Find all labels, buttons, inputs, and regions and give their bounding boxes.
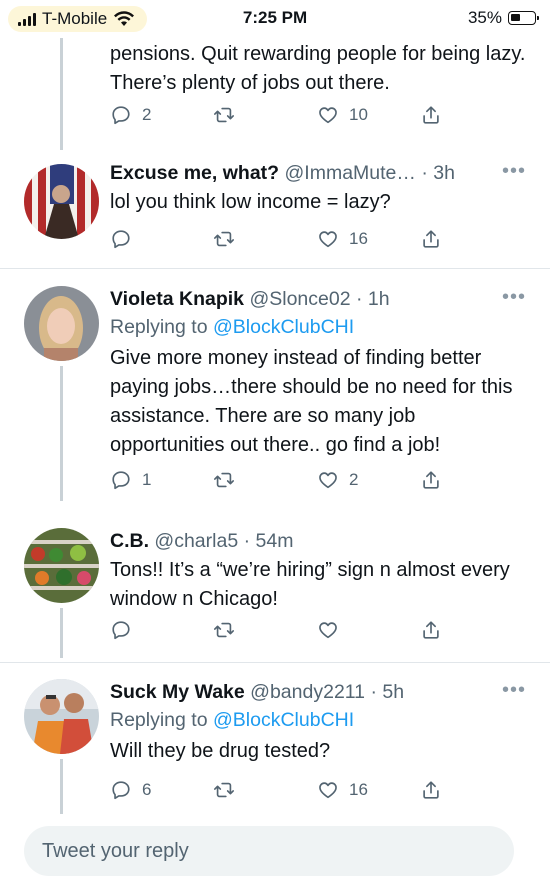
retweet-button[interactable] <box>213 104 245 126</box>
reply-count: 6 <box>142 780 152 799</box>
reply-button[interactable]: 6 <box>110 779 151 801</box>
divider <box>0 268 550 269</box>
thread-line <box>60 366 63 501</box>
reply-button[interactable]: 1 <box>110 469 151 491</box>
like-button[interactable]: 16 <box>317 228 368 250</box>
share-icon <box>420 469 442 491</box>
battery-status: 35% <box>467 8 539 28</box>
like-icon <box>317 469 339 491</box>
like-icon <box>317 619 339 641</box>
tweet-actions <box>110 619 440 645</box>
avatar[interactable] <box>24 528 99 603</box>
share-button[interactable] <box>420 228 442 250</box>
replying-to: Replying to @BlockClubCHI <box>110 705 526 735</box>
like-count: 16 <box>349 780 368 799</box>
like-count: 16 <box>349 229 368 248</box>
display-name[interactable]: Suck My Wake <box>110 681 245 703</box>
replying-to-link[interactable]: @BlockClubCHI <box>213 316 354 338</box>
divider <box>0 662 550 663</box>
display-name[interactable]: Violeta Knapik <box>110 288 244 310</box>
reply-placeholder: Tweet your reply <box>42 839 189 862</box>
reply-icon <box>110 104 132 126</box>
retweet-icon <box>213 619 235 641</box>
more-options-icon[interactable]: ••• <box>502 679 526 702</box>
reply-count: 2 <box>142 105 152 124</box>
reply-icon <box>110 469 132 491</box>
avatar[interactable] <box>24 164 99 239</box>
like-count: 2 <box>349 470 359 489</box>
retweet-button[interactable] <box>213 619 245 641</box>
share-icon <box>420 779 442 801</box>
reply-input[interactable]: Tweet your reply <box>24 826 514 876</box>
timestamp: · 54m <box>243 530 294 552</box>
like-button[interactable]: 10 <box>317 104 368 126</box>
battery-percent: 35% <box>467 8 502 27</box>
tweet-actions: 12 <box>110 469 440 495</box>
display-name[interactable]: C.B. <box>110 530 149 552</box>
tweet-actions: 6 16 <box>110 779 440 805</box>
reply-button[interactable] <box>110 228 142 250</box>
retweet-button[interactable] <box>213 779 245 801</box>
thread-line <box>60 608 63 658</box>
handle[interactable]: @ImmaMute… <box>285 162 416 184</box>
share-button[interactable] <box>420 104 442 126</box>
tweet-text: lol you think low income = lazy? <box>110 191 391 213</box>
handle[interactable]: @bandy2211 <box>250 681 365 703</box>
tweet-actions: 16 <box>110 228 440 254</box>
avatar[interactable] <box>24 286 99 361</box>
retweet-button[interactable] <box>213 469 245 491</box>
like-icon <box>317 104 339 126</box>
status-bar: T-Mobile 7:25 PM 35% <box>0 0 550 38</box>
battery-icon <box>508 11 539 25</box>
tweet-text: Tons!! It’s a “we’re hiring” sign n almo… <box>110 559 510 610</box>
timestamp: · 5h <box>370 681 405 703</box>
handle[interactable]: @Slonce02 <box>249 288 350 310</box>
replying-to: Replying to @BlockClubCHI <box>110 312 526 342</box>
avatar[interactable] <box>24 679 99 754</box>
reply-button[interactable]: 2 <box>110 104 151 126</box>
replying-to-label: Replying to <box>110 709 213 731</box>
retweet-icon <box>213 469 235 491</box>
handle[interactable]: @charla5 <box>154 530 238 552</box>
share-icon <box>420 619 442 641</box>
reply-icon <box>110 228 132 250</box>
timestamp: · 3h <box>421 162 455 184</box>
like-button[interactable]: 16 <box>317 779 368 801</box>
share-icon <box>420 104 442 126</box>
display-name[interactable]: Excuse me, what? <box>110 162 279 184</box>
tweet-text: pensions. Quit rewarding people for bein… <box>110 43 526 94</box>
tweet-text: Give more money instead of finding bette… <box>110 347 513 456</box>
like-count: 10 <box>349 105 368 124</box>
replying-to-label: Replying to <box>110 316 213 338</box>
like-button[interactable] <box>317 619 349 641</box>
retweet-button[interactable] <box>213 228 245 250</box>
thread-line <box>60 759 63 814</box>
retweet-icon <box>213 228 235 250</box>
share-button[interactable] <box>420 779 442 801</box>
more-options-icon[interactable]: ••• <box>502 286 526 309</box>
share-icon <box>420 228 442 250</box>
tweet-actions: 2 10 <box>110 104 440 130</box>
reply-count: 1 <box>142 470 152 489</box>
retweet-icon <box>213 779 235 801</box>
reply-icon <box>110 779 132 801</box>
share-button[interactable] <box>420 469 442 491</box>
replying-to-link[interactable]: @BlockClubCHI <box>213 709 354 731</box>
reply-button[interactable] <box>110 619 142 641</box>
like-icon <box>317 228 339 250</box>
retweet-icon <box>213 104 235 126</box>
like-button[interactable]: 2 <box>317 469 358 491</box>
more-options-icon[interactable]: ••• <box>502 160 526 183</box>
timestamp: · 1h <box>355 288 390 310</box>
like-icon <box>317 779 339 801</box>
reply-icon <box>110 619 132 641</box>
tweet-text: Will they be drug tested? <box>110 740 331 762</box>
share-button[interactable] <box>420 619 442 641</box>
